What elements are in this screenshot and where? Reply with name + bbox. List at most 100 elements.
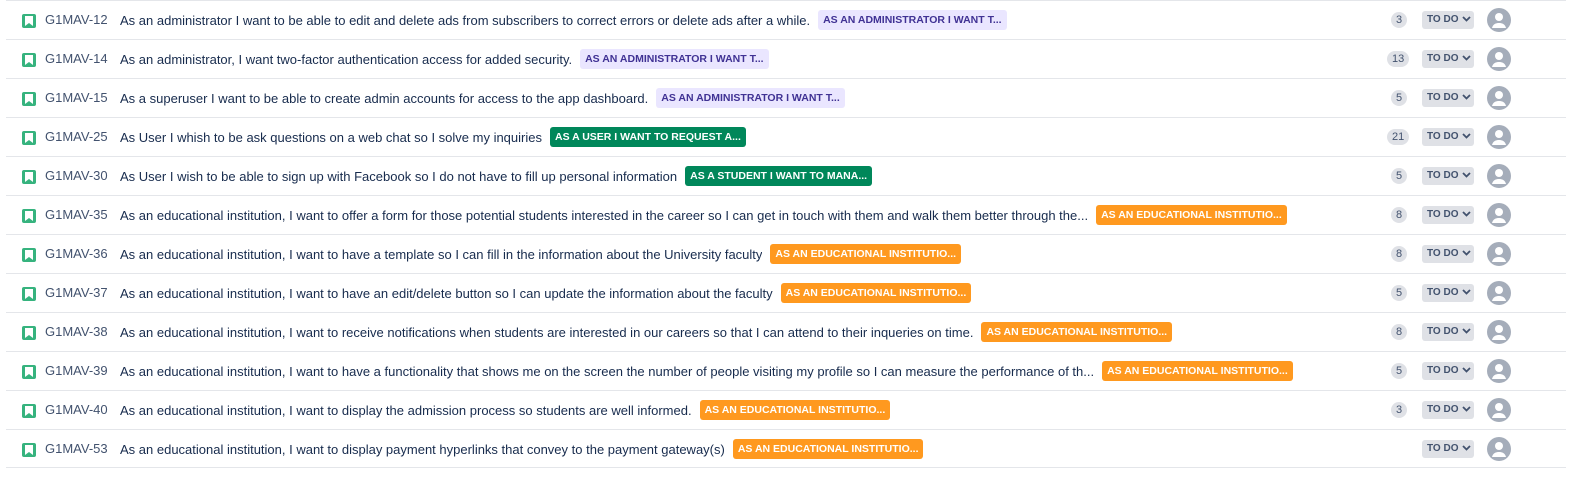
chevron-down-icon	[1462, 367, 1471, 373]
issue-key[interactable]: G1MAV-15	[45, 90, 108, 105]
status-dropdown[interactable]: TO DO	[1422, 245, 1474, 263]
epic-label[interactable]: AS AN EDUCATIONAL INSTITUTIO...	[1096, 205, 1287, 225]
issue-key[interactable]: G1MAV-25	[45, 129, 108, 144]
issue-summary[interactable]: As an educational institution, I want to…	[120, 364, 1094, 379]
status-dropdown[interactable]: TO DO	[1422, 167, 1474, 185]
story-bookmark-icon	[22, 248, 36, 262]
issue-row[interactable]: G1MAV-36 As an educational institution, …	[6, 234, 1566, 273]
issue-summary-wrap: As an educational institution, I want to…	[120, 244, 962, 264]
story-bookmark-icon	[22, 92, 36, 106]
issue-row[interactable]: G1MAV-39 As an educational institution, …	[6, 351, 1566, 390]
epic-label[interactable]: AS AN EDUCATIONAL INSTITUTIO...	[770, 244, 962, 264]
issue-summary-wrap: As an educational institution, I want to…	[120, 205, 1287, 225]
issue-row[interactable]: G1MAV-35 As an educational institution, …	[6, 195, 1566, 234]
status-dropdown[interactable]: TO DO	[1422, 362, 1474, 380]
story-bookmark-icon	[22, 365, 36, 379]
epic-label[interactable]: AS AN EDUCATIONAL INSTITUTIO...	[981, 322, 1173, 342]
issue-summary[interactable]: As an educational institution, I want to…	[120, 442, 725, 457]
status-label: TO DO	[1427, 131, 1459, 142]
epic-label[interactable]: AS AN EDUCATIONAL INSTITUTIO...	[699, 400, 891, 420]
unassigned-user-icon[interactable]	[1487, 47, 1511, 71]
chevron-down-icon	[1462, 16, 1471, 22]
status-label: TO DO	[1427, 443, 1459, 454]
story-points-badge: 5	[1391, 168, 1408, 184]
issue-summary[interactable]: As an educational institution, I want to…	[120, 208, 1088, 223]
issue-row[interactable]: G1MAV-14 As an administrator, I want two…	[6, 39, 1566, 78]
unassigned-user-icon[interactable]	[1487, 320, 1511, 344]
chevron-down-icon	[1462, 133, 1471, 139]
issue-row[interactable]: G1MAV-53 As an educational institution, …	[6, 429, 1566, 468]
status-label: TO DO	[1427, 14, 1459, 25]
status-dropdown[interactable]: TO DO	[1422, 401, 1474, 419]
epic-label[interactable]: AS AN EDUCATIONAL INSTITUTIO...	[732, 439, 924, 459]
story-bookmark-icon	[22, 326, 36, 340]
issue-summary-wrap: As User I wish to be able to sign up wit…	[120, 166, 873, 186]
unassigned-user-icon[interactable]	[1487, 398, 1511, 422]
issue-summary[interactable]: As an administrator I want to be able to…	[120, 13, 810, 28]
epic-label[interactable]: AS A STUDENT I WANT TO MANA...	[685, 166, 873, 186]
unassigned-user-icon[interactable]	[1487, 437, 1511, 461]
epic-label[interactable]: AS AN EDUCATIONAL INSTITUTIO...	[1102, 361, 1293, 381]
issue-summary[interactable]: As an educational institution, I want to…	[120, 325, 973, 340]
epic-label[interactable]: AS AN EDUCATIONAL INSTITUTIO...	[780, 283, 972, 303]
issue-summary[interactable]: As an educational institution, I want to…	[120, 247, 762, 262]
issue-summary-wrap: As an educational institution, I want to…	[120, 439, 924, 459]
issue-summary[interactable]: As an educational institution, I want to…	[120, 286, 773, 301]
issue-row[interactable]: G1MAV-37 As an educational institution, …	[6, 273, 1566, 312]
issue-row[interactable]: G1MAV-40 As an educational institution, …	[6, 390, 1566, 429]
epic-label[interactable]: AS AN ADMINISTRATOR I WANT T...	[818, 10, 1007, 30]
story-points-badge: 21	[1387, 129, 1410, 145]
issue-summary[interactable]: As an educational institution, I want to…	[120, 403, 692, 418]
story-points-badge: 3	[1391, 402, 1408, 418]
issue-key[interactable]: G1MAV-14	[45, 51, 108, 66]
issue-summary-wrap: As an educational institution, I want to…	[120, 283, 972, 303]
status-label: TO DO	[1427, 209, 1459, 220]
status-dropdown[interactable]: TO DO	[1422, 284, 1474, 302]
issue-summary[interactable]: As User I whish to be ask questions on a…	[120, 130, 542, 145]
issue-key[interactable]: G1MAV-12	[45, 12, 108, 27]
unassigned-user-icon[interactable]	[1487, 125, 1511, 149]
issue-row[interactable]: G1MAV-30 As User I wish to be able to si…	[6, 156, 1566, 195]
issue-key[interactable]: G1MAV-40	[45, 402, 108, 417]
status-dropdown[interactable]: TO DO	[1422, 89, 1474, 107]
issue-key[interactable]: G1MAV-37	[45, 285, 108, 300]
status-dropdown[interactable]: TO DO	[1422, 50, 1474, 68]
unassigned-user-icon[interactable]	[1487, 8, 1511, 32]
story-bookmark-icon	[22, 53, 36, 67]
issue-key[interactable]: G1MAV-30	[45, 168, 108, 183]
issue-row[interactable]: G1MAV-12 As an administrator I want to b…	[6, 0, 1566, 39]
issue-summary[interactable]: As a superuser I want to be able to crea…	[120, 91, 648, 106]
issue-key[interactable]: G1MAV-36	[45, 246, 108, 261]
issue-key[interactable]: G1MAV-53	[45, 441, 108, 456]
unassigned-user-icon[interactable]	[1487, 359, 1511, 383]
issue-row[interactable]: G1MAV-15 As a superuser I want to be abl…	[6, 78, 1566, 117]
status-dropdown[interactable]: TO DO	[1422, 323, 1474, 341]
status-label: TO DO	[1427, 404, 1459, 415]
unassigned-user-icon[interactable]	[1487, 86, 1511, 110]
unassigned-user-icon[interactable]	[1487, 164, 1511, 188]
status-label: TO DO	[1427, 287, 1459, 298]
status-dropdown[interactable]: TO DO	[1422, 11, 1474, 29]
story-points-badge: 8	[1391, 246, 1408, 262]
status-dropdown[interactable]: TO DO	[1422, 128, 1474, 146]
unassigned-user-icon[interactable]	[1487, 203, 1511, 227]
story-bookmark-icon	[22, 209, 36, 223]
issue-summary[interactable]: As an administrator, I want two-factor a…	[120, 52, 572, 67]
status-dropdown[interactable]: TO DO	[1422, 440, 1474, 458]
epic-label[interactable]: AS A USER I WANT TO REQUEST A...	[549, 127, 746, 147]
story-bookmark-icon	[22, 287, 36, 301]
unassigned-user-icon[interactable]	[1487, 242, 1511, 266]
status-label: TO DO	[1427, 53, 1459, 64]
issue-key[interactable]: G1MAV-39	[45, 363, 108, 378]
issue-row[interactable]: G1MAV-25 As User I whish to be ask quest…	[6, 117, 1566, 156]
issue-summary-wrap: As a superuser I want to be able to crea…	[120, 88, 845, 108]
unassigned-user-icon[interactable]	[1487, 281, 1511, 305]
issue-summary[interactable]: As User I wish to be able to sign up wit…	[120, 169, 677, 184]
status-dropdown[interactable]: TO DO	[1422, 206, 1474, 224]
story-bookmark-icon	[22, 14, 36, 28]
epic-label[interactable]: AS AN ADMINISTRATOR I WANT T...	[580, 49, 769, 69]
epic-label[interactable]: AS AN ADMINISTRATOR I WANT T...	[656, 88, 845, 108]
issue-row[interactable]: G1MAV-38 As an educational institution, …	[6, 312, 1566, 351]
issue-key[interactable]: G1MAV-35	[45, 207, 108, 222]
issue-key[interactable]: G1MAV-38	[45, 324, 108, 339]
